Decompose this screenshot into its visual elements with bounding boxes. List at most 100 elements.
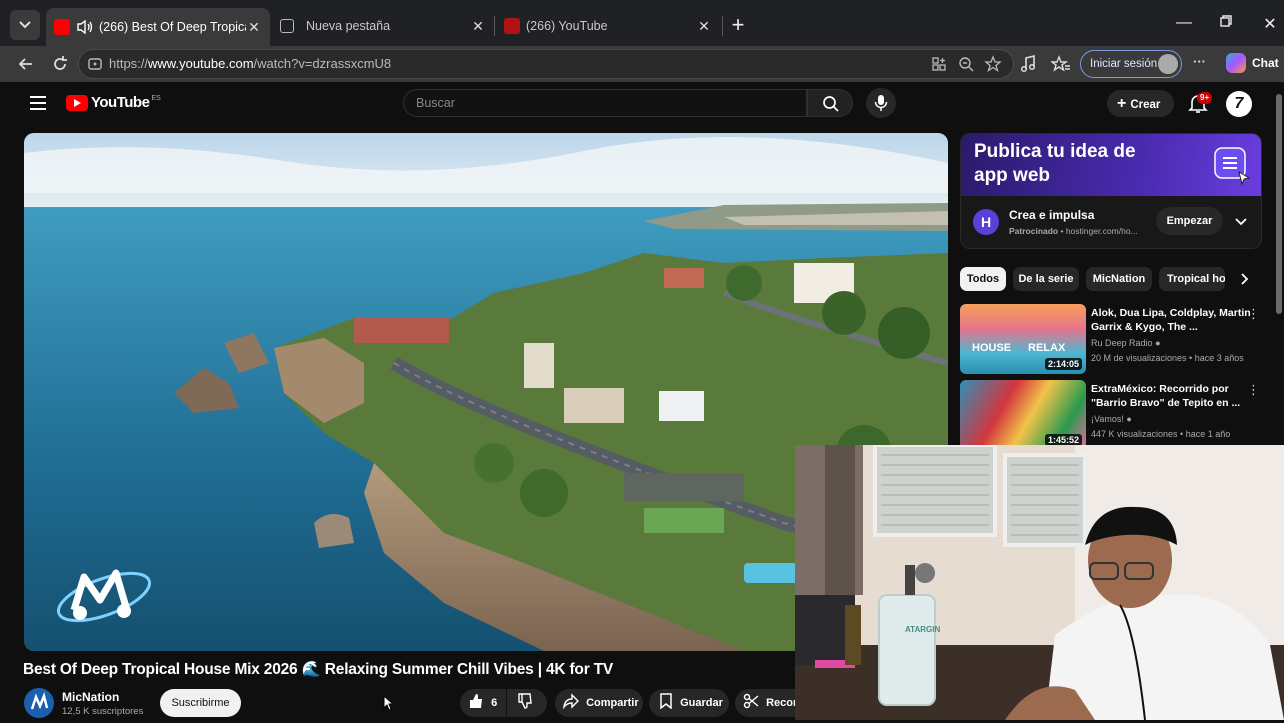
favorite-star-icon[interactable]: [984, 55, 1002, 73]
tab-youtube-home[interactable]: (266) YouTube ✕: [496, 8, 720, 44]
search-icon: [823, 96, 839, 112]
thumbs-down-icon: [518, 693, 532, 709]
clip-label: Recor: [766, 697, 798, 709]
share-icon: [562, 693, 579, 710]
minimize-button[interactable]: —: [1174, 14, 1194, 32]
guide-menu-button[interactable]: [30, 96, 46, 110]
channel-avatar[interactable]: [24, 688, 54, 718]
site-info-icon[interactable]: [88, 57, 102, 71]
ad-cta-button[interactable]: Empezar: [1156, 207, 1223, 235]
tab-actions-button[interactable]: [10, 10, 40, 40]
subscribe-button[interactable]: Suscribirme: [160, 689, 241, 717]
video-thumbnail[interactable]: 1:45:52: [960, 380, 1086, 450]
save-button[interactable]: Guardar: [649, 689, 729, 717]
more-actions-icon[interactable]: ⋮: [1247, 382, 1260, 398]
dislike-button[interactable]: [507, 689, 547, 717]
scissors-icon: [743, 693, 759, 709]
arrow-left-icon: [18, 58, 32, 70]
youtube-favicon: [54, 19, 70, 35]
search-input[interactable]: Buscar: [403, 89, 807, 117]
youtube-header: YouTube ES Buscar + Crear 9+ 7: [10, 82, 1274, 126]
browser-menu-button[interactable]: ···: [1193, 54, 1206, 69]
reload-icon: [54, 56, 67, 70]
profile-avatar: [1158, 54, 1178, 74]
recommendation-title[interactable]: Alok, Dua Lipa, Coldplay, Martin Garrix …: [1091, 306, 1251, 334]
restore-button[interactable]: [1216, 14, 1236, 33]
channel-name[interactable]: MicNation: [62, 690, 119, 704]
sponsored-label: Patrocinado: [1009, 226, 1059, 236]
favorites-button[interactable]: [1049, 54, 1071, 74]
copilot-icon: [1226, 53, 1246, 73]
channel-watermark-logo: [56, 569, 152, 623]
share-label: Compartir: [586, 697, 639, 709]
recommendation-title[interactable]: ExtraMéxico: Recorrido por "Barrio Bravo…: [1091, 382, 1251, 410]
close-icon[interactable]: ✕: [470, 18, 486, 35]
recommendation-meta: 20 M de visualizaciones • hace 3 años: [1091, 353, 1244, 363]
recommendation-item[interactable]: 1:45:52 ExtraMéxico: Recorrido por "Barr…: [960, 380, 1262, 452]
address-bar[interactable]: https://www.youtube.com/watch?v=dzrassxc…: [78, 49, 1014, 79]
chip-from-series[interactable]: De la serie: [1013, 267, 1079, 291]
like-button[interactable]: 6: [460, 689, 506, 717]
notification-count-badge: 9+: [1197, 92, 1213, 104]
tab-new-tab[interactable]: Nueva pestaña ✕: [272, 8, 494, 44]
sponsored-ad-card[interactable]: Publica tu idea de app web H Crea e impu…: [960, 133, 1262, 249]
scrollbar-thumb[interactable]: [1276, 94, 1282, 314]
channel-name: Ru Deep Radio: [1091, 338, 1153, 348]
tab-divider: [494, 16, 495, 36]
share-button[interactable]: Compartir: [555, 689, 643, 717]
browser-tab-bar: (266) Best Of Deep Tropical H ✕ Nueva pe…: [0, 0, 1284, 46]
hamburger-icon: [30, 96, 46, 110]
recommendation-channel[interactable]: Ru Deep Radio ●: [1091, 338, 1161, 348]
subscriber-count: 12,5 K suscriptores: [62, 706, 144, 717]
youtube-logo[interactable]: YouTube ES: [66, 94, 161, 111]
video-thumbnail[interactable]: HOUSE RELAX 2:14:05: [960, 304, 1086, 374]
close-icon[interactable]: ✕: [246, 19, 262, 36]
layers-app-icon: [1214, 147, 1251, 186]
chevron-down-icon: [19, 21, 31, 29]
chip-tropical-house[interactable]: Tropical ho: [1159, 267, 1225, 291]
ad-sponsor-line: Patrocinado • hostinger.com/ho...: [1009, 226, 1138, 236]
save-label: Guardar: [680, 697, 723, 709]
logo-wordmark: YouTube: [91, 94, 150, 111]
tab-youtube-video[interactable]: (266) Best Of Deep Tropical H ✕: [46, 8, 270, 46]
account-avatar[interactable]: 7: [1226, 91, 1252, 117]
favorites-list-icon: [1049, 55, 1070, 72]
chevron-down-icon[interactable]: [1233, 213, 1249, 229]
url-path: /watch?v=dzrassxcmU8: [253, 56, 392, 71]
close-window-button[interactable]: ✕: [1260, 14, 1280, 34]
ad-title: Crea e impulsa: [1009, 208, 1095, 222]
microphone-icon: [874, 95, 888, 111]
recommendation-item[interactable]: HOUSE RELAX 2:14:05 Alok, Dua Lipa, Cold…: [960, 304, 1262, 376]
music-extension-icon: [1020, 54, 1036, 73]
chip-micnation[interactable]: MicNation: [1086, 267, 1152, 291]
voice-search-button[interactable]: [866, 88, 896, 118]
ad-headline: Publica tu idea de app web: [974, 141, 1136, 186]
extensions-button[interactable]: [1018, 54, 1038, 74]
reload-button[interactable]: [50, 54, 70, 74]
channel-name: ¡Vamos!: [1091, 414, 1124, 424]
chevron-right-icon[interactable]: [1236, 271, 1252, 287]
new-tab-button[interactable]: +: [728, 12, 748, 38]
search-button[interactable]: [807, 89, 853, 117]
app-available-icon[interactable]: [931, 56, 947, 72]
bookmark-icon: [660, 693, 672, 710]
tab-title: Nueva pestaña: [306, 19, 391, 33]
webcam-scene: [795, 445, 1284, 720]
zoom-icon[interactable]: [958, 56, 974, 72]
close-icon[interactable]: ✕: [696, 18, 712, 35]
back-button[interactable]: [16, 54, 36, 74]
thumbs-up-icon: [470, 694, 482, 708]
more-actions-icon[interactable]: ⋮: [1247, 306, 1260, 322]
signin-button[interactable]: Iniciar sesión: [1080, 50, 1182, 78]
page-icon: [280, 19, 294, 33]
copilot-chat-button[interactable]: Chat: [1226, 53, 1279, 73]
recommendation-channel[interactable]: ¡Vamos! ●: [1091, 414, 1132, 424]
logo-country-code: ES: [151, 94, 161, 102]
chip-all[interactable]: Todos: [960, 267, 1006, 291]
video-title: Best Of Deep Tropical House Mix 2026 🌊 R…: [23, 661, 614, 678]
ad-banner[interactable]: Publica tu idea de app web: [961, 134, 1261, 196]
bottle-label: ATARGIN: [905, 625, 941, 634]
tab-title: (266) Best Of Deep Tropical H: [99, 20, 246, 34]
create-button[interactable]: + Crear: [1107, 90, 1174, 117]
restore-icon: [1220, 15, 1232, 27]
